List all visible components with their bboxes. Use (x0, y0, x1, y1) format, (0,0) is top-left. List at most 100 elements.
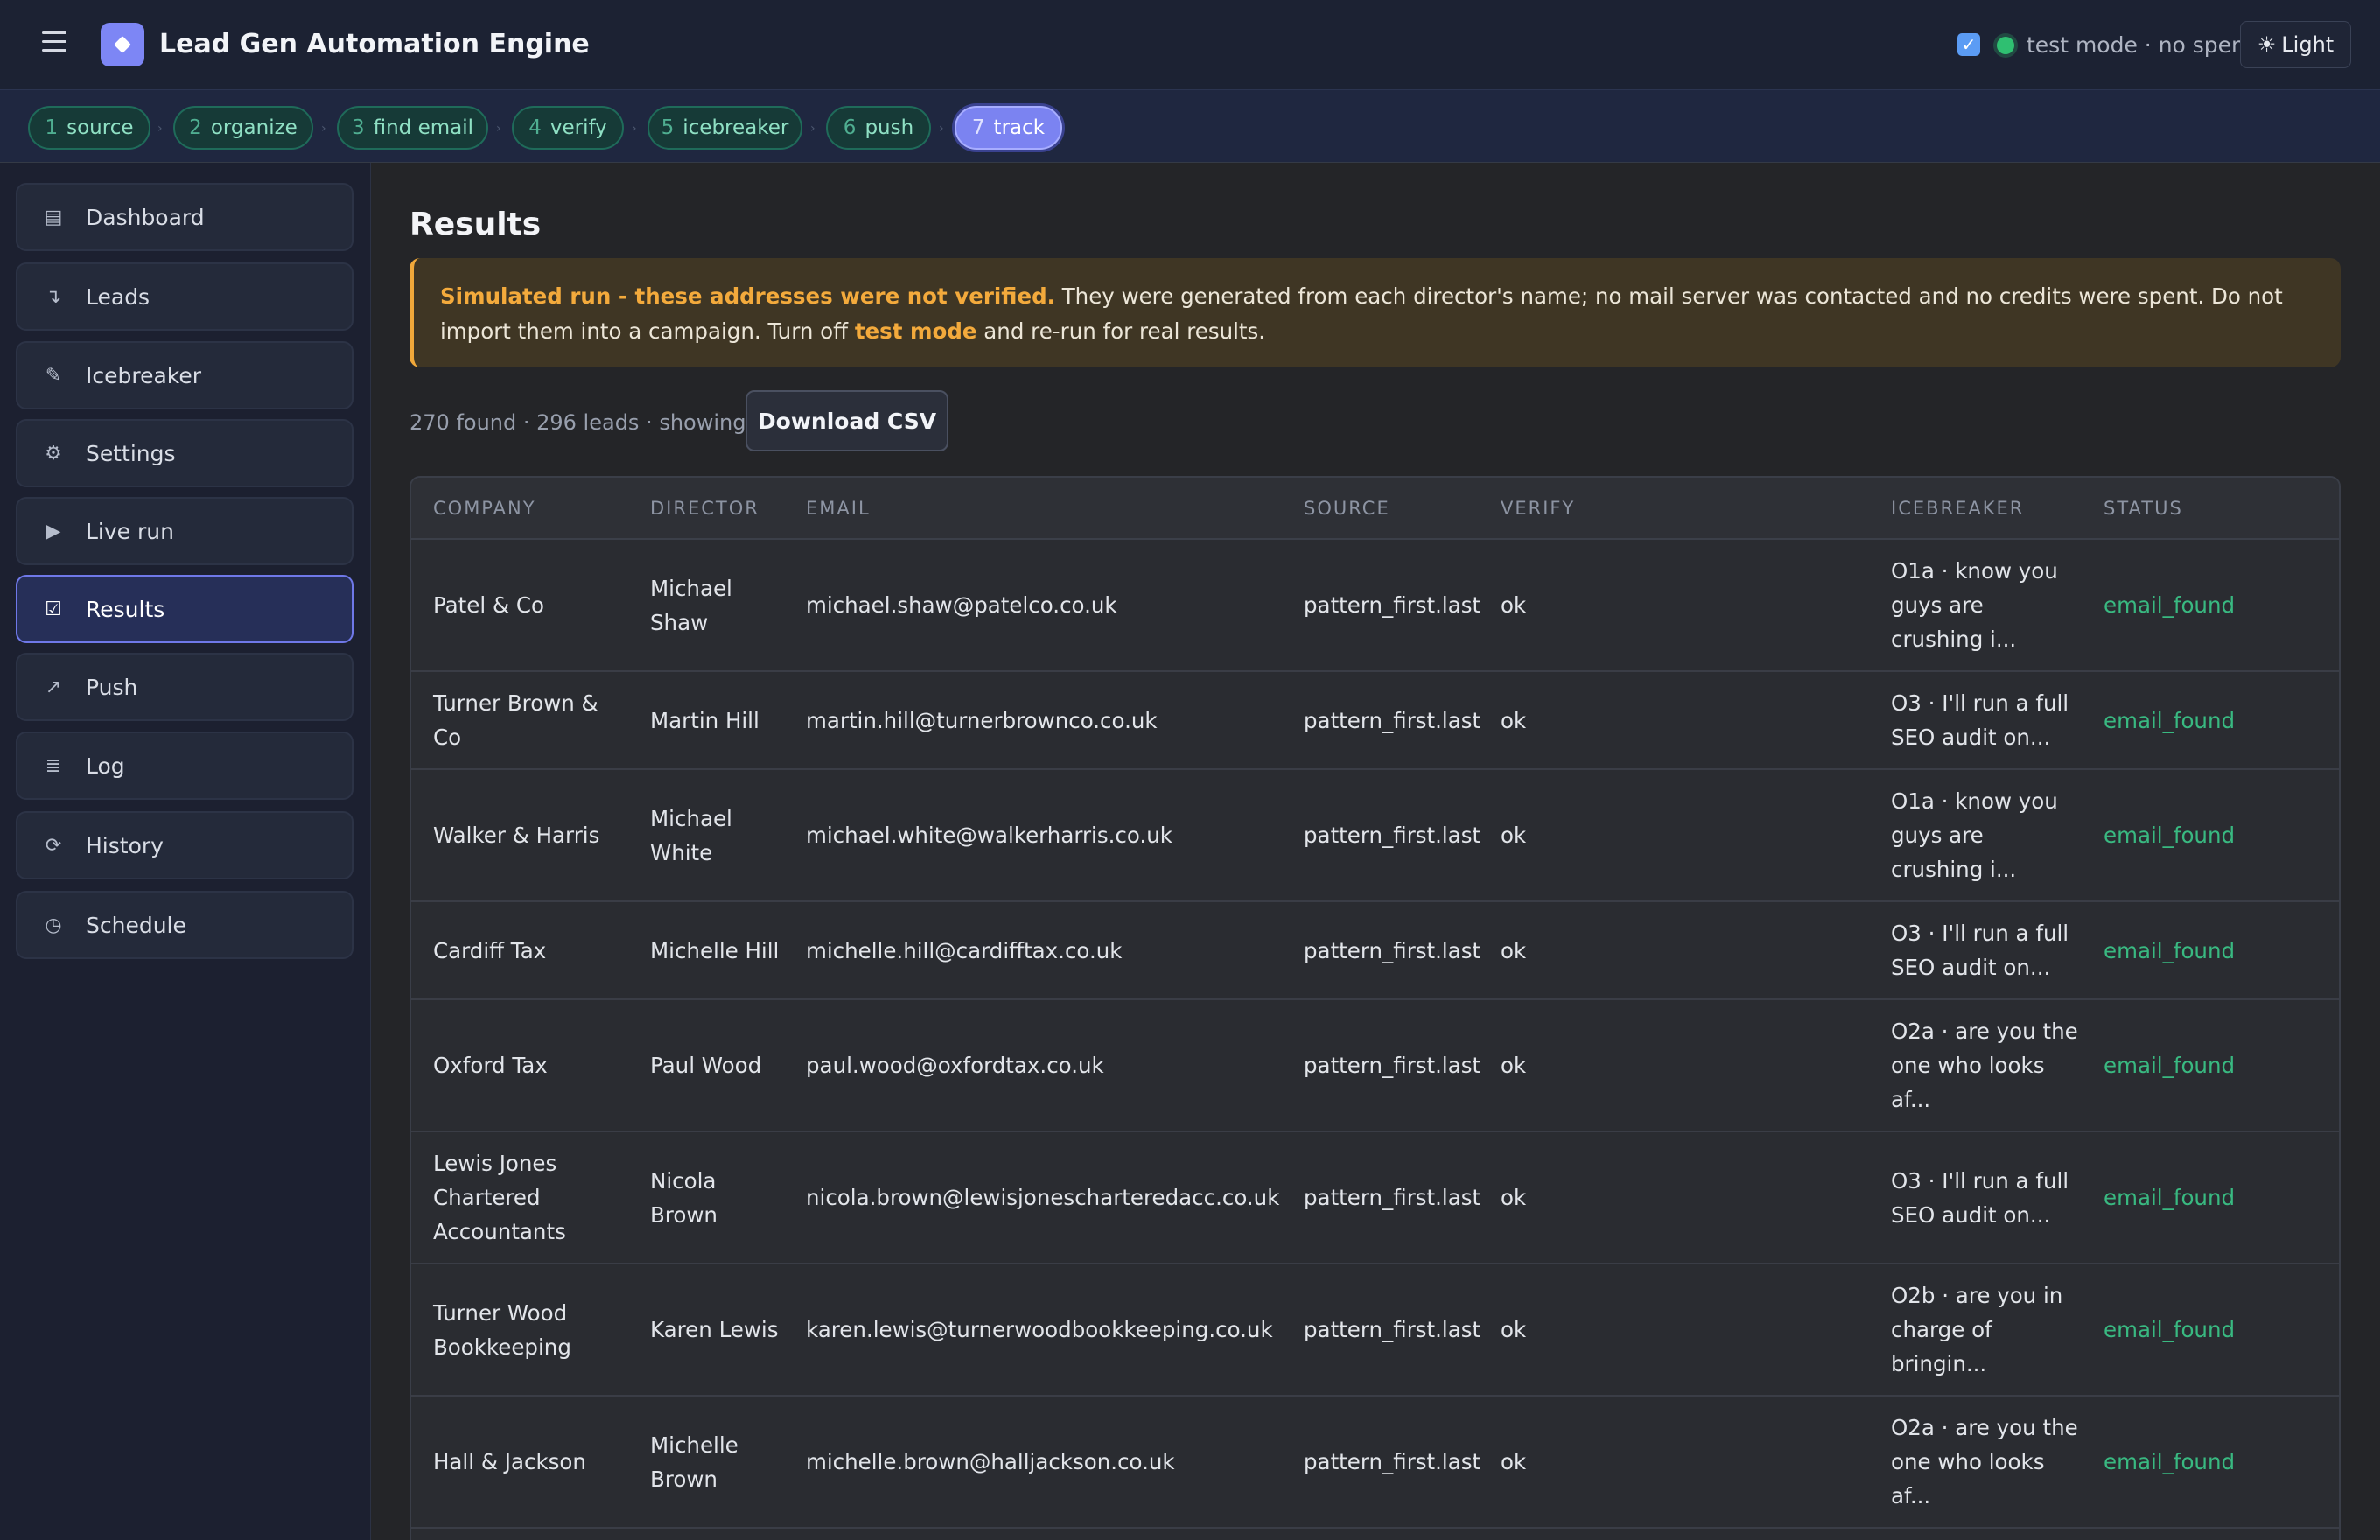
table-row[interactable]: Turner Wood Bookkeeping Karen Lewis kare… (411, 1264, 2339, 1396)
table-row[interactable]: Hall & Jackson Michelle Brown michelle.b… (411, 1396, 2339, 1529)
cell-source: pattern_first.last (1282, 1264, 1480, 1396)
sidebar-item-push[interactable]: ↗ Push (16, 653, 354, 721)
sidebar-item-schedule[interactable]: ◷ Schedule (16, 891, 354, 959)
cell-source: pattern_first.last (1282, 1131, 1480, 1264)
sidebar-item-dashboard[interactable]: ▤ Dashboard (16, 183, 354, 251)
refresh-icon: ⟳ (45, 834, 62, 857)
step-separator-icon: › (939, 122, 944, 136)
sidebar-item-leads[interactable]: ↴ Leads (16, 262, 354, 331)
column-header-status[interactable]: STATUS (2082, 478, 2339, 540)
table-row[interactable]: Turner Brown & Co Martin Hill martin.hil… (411, 671, 2339, 770)
sidebar-item-live-run[interactable]: ▶ Live run (16, 497, 354, 565)
cell-verify: ok (1479, 999, 1869, 1132)
table-row[interactable]: Oxford Tax Paul Wood paul.wood@oxfordtax… (411, 999, 2339, 1132)
cell-source: pattern_first.last (1282, 769, 1480, 902)
cell-source: pattern_first.last (1282, 901, 1480, 1000)
step-source[interactable]: 1 source (28, 106, 150, 150)
cell-status: email_found (2082, 999, 2339, 1132)
cell-company: Patel & Co (411, 539, 628, 672)
clock-icon: ◷ (45, 914, 62, 936)
step-separator-icon: › (810, 122, 816, 136)
cell-director: Michael Shaw (628, 539, 784, 672)
cell-icebreaker: O2b · are you in charge of bringin... (1869, 1264, 2082, 1396)
cell-director: Michelle Hill (628, 901, 784, 1000)
cell-icebreaker: O2a · are you the one who looks af... (1869, 1396, 2082, 1529)
column-header-verify[interactable]: VERIFY (1479, 478, 1869, 540)
cell-email: michael.shaw@patelco.co.uk (784, 539, 1282, 672)
table-header-row: COMPANY DIRECTOR EMAIL SOURCE VERIFY ICE… (411, 478, 2339, 540)
step-push[interactable]: 6 push (826, 106, 931, 150)
play-icon: ▶ (46, 520, 61, 542)
cell-status: email_found (2082, 671, 2339, 770)
checkbox-icon: ☑ (45, 598, 62, 620)
cell-verify: ok (1479, 769, 1869, 902)
list-icon: ≣ (45, 754, 62, 777)
status-dot-icon (1997, 37, 2014, 54)
cell-company: Cardiff Tax (411, 901, 628, 1000)
cell-email: michelle.hill@cardifftax.co.uk (784, 901, 1282, 1000)
cell-director: Nicola Brown (628, 1131, 784, 1264)
simulated-run-warning: Simulated run - these addresses were not… (410, 258, 2341, 368)
dashboard-icon: ▤ (44, 206, 63, 228)
step-separator-icon: › (158, 122, 163, 136)
cell-icebreaker: O2a · are you the one who looks af... (1869, 999, 2082, 1132)
column-header-director[interactable]: DIRECTOR (628, 478, 784, 540)
page-title: Results (410, 206, 542, 242)
step-separator-icon: › (632, 122, 637, 136)
cell-source: pattern_first.last (1282, 1396, 1480, 1529)
sidebar-item-results[interactable]: ☑ Results (16, 575, 354, 643)
cell-company: Hall & Jackson (411, 1396, 628, 1529)
table-row[interactable]: Lewis Jones Chartered Accountants Nicola… (411, 1131, 2339, 1264)
warning-title: Simulated run - these addresses were not… (440, 284, 1055, 309)
sidebar-item-icebreaker[interactable]: ✎ Icebreaker (16, 341, 354, 410)
hamburger-menu-icon[interactable] (42, 32, 66, 58)
column-header-icebreaker[interactable]: ICEBREAKER (1869, 478, 2082, 540)
cell-director: Paul Wood (628, 999, 784, 1132)
cell-verify: ok (1479, 1396, 1869, 1529)
cell-verify: ok (1479, 901, 1869, 1000)
step-separator-icon: › (321, 122, 326, 136)
table-row[interactable]: Walker & Harris Michael White michael.wh… (411, 769, 2339, 902)
cell-email: nicola.brown@lewisjonescharteredacc.co.u… (784, 1131, 1282, 1264)
step-track[interactable]: 7 track (955, 106, 1062, 150)
cell-director: Michelle Brown (628, 1396, 784, 1529)
cell-email: karen.lewis@turnerwoodbookkeeping.co.uk (784, 1264, 1282, 1396)
cell-director: Karen Lewis (628, 1264, 784, 1396)
cell-icebreaker: O1a · know you guys are crushing i... (1869, 539, 2082, 672)
pencil-icon: ✎ (45, 364, 62, 387)
cell-director: Michael White (628, 769, 784, 902)
test-mode-checkbox[interactable]: ✓ (1957, 33, 1980, 56)
column-header-company[interactable]: COMPANY (411, 478, 628, 540)
column-header-source[interactable]: SOURCE (1282, 478, 1479, 540)
cell-verify: ok (1479, 1131, 1869, 1264)
cell-status: email_found (2082, 901, 2339, 1000)
sidebar-item-log[interactable]: ≣ Log (16, 732, 354, 800)
step-separator-icon: › (496, 122, 501, 136)
cell-status: email_found (2082, 769, 2339, 902)
step-verify[interactable]: 4 verify (512, 106, 624, 150)
step-organize[interactable]: 2 organize (173, 106, 313, 150)
cell-verify: ok (1479, 1264, 1869, 1396)
cell-email: michael.white@walkerharris.co.uk (784, 769, 1282, 902)
cell-email: martin.hill@turnerbrownco.co.uk (784, 671, 1282, 770)
table-row[interactable]: Patel & Co Michael Shaw michael.shaw@pat… (411, 539, 2339, 672)
leads-arrow-icon: ↴ (45, 285, 62, 308)
cell-director: Martin Hill (628, 671, 784, 770)
cell-status: email_found (2082, 1396, 2339, 1529)
cell-verify: ok (1479, 671, 1869, 770)
warning-test-mode-highlight: test mode (854, 318, 977, 344)
column-header-email[interactable]: EMAIL (784, 478, 1282, 540)
cell-company: Oxford Tax (411, 999, 628, 1132)
theme-toggle-button[interactable]: ☀ Light (2240, 21, 2351, 68)
sidebar-item-history[interactable]: ⟳ History (16, 811, 354, 879)
arrow-up-right-icon: ↗ (45, 676, 62, 698)
sidebar-item-settings[interactable]: ⚙ Settings (16, 419, 354, 487)
cell-verify: ok (1479, 539, 1869, 672)
download-csv-button[interactable]: Download CSV (746, 390, 948, 452)
pipeline-steps: 1 source › 2 organize › 3 find email › 4 ver… (0, 89, 2380, 163)
cell-icebreaker: O3 · I'll run a full SEO audit on... (1869, 901, 2082, 1000)
cell-icebreaker: O3 · I'll run a full SEO audit on... (1869, 671, 2082, 770)
step-icebreaker[interactable]: 5 icebreaker (648, 106, 802, 150)
step-find-email[interactable]: 3 find email (337, 106, 488, 150)
table-row[interactable]: Cardiff Tax Michelle Hill michelle.hill@… (411, 901, 2339, 1000)
